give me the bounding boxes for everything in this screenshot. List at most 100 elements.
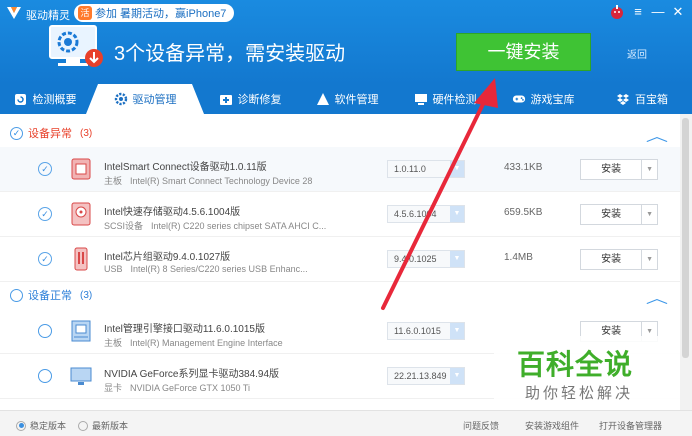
- driver-desc: 主板 Intel(R) Management Engine Interface: [104, 338, 283, 348]
- tab-label: 软件管理: [334, 94, 379, 106]
- driver-desc: USB Intel(R) 8 Series/C220 series USB Enh…: [104, 264, 308, 274]
- radio-icon[interactable]: [78, 420, 88, 431]
- tab-label: 百宝箱: [635, 94, 668, 106]
- tab-label: 硬件检测: [432, 94, 477, 106]
- chevron-down-icon: ▼: [450, 206, 464, 222]
- group-check-icon[interactable]: [10, 288, 23, 302]
- title-header: 驱动精灵 活 参加 暑期活动，赢iPhone7 ≡ — ✕ 3个设备异常，需安装…: [0, 0, 692, 84]
- gear-icon: [114, 92, 128, 106]
- chevron-down-icon: ▼: [450, 368, 464, 384]
- version-select[interactable]: 9.4.0.1025 ▼: [387, 250, 465, 268]
- row-check-icon[interactable]: ✓: [38, 252, 52, 266]
- software-triangle-icon: [316, 92, 330, 106]
- tab-overview[interactable]: 检测概要: [0, 84, 90, 114]
- disk-icon: [71, 202, 91, 226]
- back-link[interactable]: 返回: [627, 46, 647, 61]
- install-game-components-link[interactable]: 安装游戏组件: [525, 419, 579, 432]
- gift-icon[interactable]: [609, 4, 625, 20]
- display-icon: [70, 367, 92, 385]
- chevron-down-icon[interactable]: ▼: [642, 160, 657, 179]
- usb-icon: [74, 247, 88, 271]
- chip-icon: [71, 158, 91, 180]
- chevron-down-icon: ▼: [450, 251, 464, 267]
- row-check-icon[interactable]: ✓: [38, 207, 52, 221]
- collapse-chevron-icon[interactable]: ︿: [646, 288, 668, 308]
- group-header-normal[interactable]: 设备正常 (3) ︿: [0, 281, 680, 309]
- tab-label: 检测概要: [32, 94, 77, 106]
- version-select[interactable]: 4.5.6.1004 ▼: [387, 205, 465, 223]
- driver-name: Intel快速存储驱动4.5.6.1004版: [104, 207, 241, 218]
- scrollbar-thumb[interactable]: [682, 118, 689, 358]
- tab-toolbox[interactable]: 百宝箱: [592, 84, 692, 114]
- menu-button[interactable]: ≡: [630, 4, 646, 20]
- install-split-button[interactable]: 安装 ▼: [580, 249, 658, 270]
- tab-label: 游戏宝库: [530, 94, 575, 106]
- refresh-icon: [14, 92, 28, 106]
- tab-software-management[interactable]: 软件管理: [298, 84, 396, 114]
- driver-row[interactable]: ✓ IntelSmart Connect设备驱动1.0.11版 主板 Intel(…: [0, 147, 680, 192]
- chevron-down-icon: ▼: [450, 161, 464, 177]
- status-title: 3个设备异常，需安装驱动: [114, 43, 346, 65]
- driver-name: Intel芯片组驱动9.4.0.1027版: [104, 252, 231, 263]
- version-select[interactable]: 11.6.0.1015 ▼: [387, 322, 465, 340]
- group-check-icon[interactable]: ✓: [10, 126, 23, 140]
- watermark-subtitle: 助你轻松解决: [525, 385, 634, 402]
- group-label-abnormal: 设备异常: [28, 128, 72, 140]
- driver-desc: 主板 Intel(R) Smart Connect Technology Devi…: [104, 176, 313, 186]
- latest-version-option[interactable]: 最新版本: [78, 419, 128, 432]
- gamepad-icon: [512, 92, 526, 106]
- monitor-icon: [414, 92, 428, 106]
- one-click-install-button[interactable]: 一键安装: [456, 33, 591, 71]
- row-check-icon[interactable]: ✓: [38, 162, 52, 176]
- dropbox-icon: [616, 92, 630, 106]
- motherboard-icon: [71, 320, 91, 342]
- radio-selected-icon[interactable]: [16, 420, 26, 431]
- open-device-manager-link[interactable]: 打开设备管理器: [599, 419, 662, 432]
- row-check-icon[interactable]: [38, 324, 52, 338]
- driver-name: Intel管理引擎接口驱动11.6.0.1015版: [104, 324, 265, 335]
- chevron-down-icon[interactable]: ▼: [642, 250, 657, 269]
- medical-kit-icon: [219, 92, 233, 106]
- close-button[interactable]: ✕: [670, 4, 686, 20]
- driver-size: 1.4MB: [504, 252, 533, 263]
- tab-label: 驱动管理: [132, 94, 177, 106]
- driver-gear-monitor-icon: [49, 25, 103, 67]
- tab-diagnose-repair[interactable]: 诊断修复: [202, 84, 298, 114]
- footer-bar: 稳定版本 最新版本 问题反馈 安装游戏组件 打开设备管理器: [0, 410, 692, 436]
- group-count-normal: (3): [80, 289, 93, 301]
- driver-name: NVIDIA GeForce系列显卡驱动384.94版: [104, 369, 280, 380]
- collapse-chevron-icon[interactable]: ︿: [646, 126, 668, 146]
- tab-driver-management[interactable]: 驱动管理: [86, 84, 204, 114]
- tab-game-library[interactable]: 游戏宝库: [494, 84, 592, 114]
- install-button[interactable]: 安装: [581, 160, 643, 179]
- group-header-abnormal[interactable]: ✓ 设备异常 (3) ︿: [0, 119, 680, 147]
- row-check-icon[interactable]: [38, 369, 52, 383]
- install-split-button[interactable]: 安装 ▼: [580, 159, 658, 180]
- chevron-down-icon: ▼: [450, 323, 464, 339]
- driver-size: 659.5KB: [504, 207, 543, 218]
- main-tabbar: 检测概要 驱动管理 诊断修复 软件管理 硬件检测 游戏宝库 百宝箱: [0, 84, 692, 114]
- driver-row[interactable]: ✓ Intel芯片组驱动9.4.0.1027版 USB Intel(R) 8 Se…: [0, 237, 680, 282]
- latest-version-label: 最新版本: [92, 421, 129, 431]
- watermark-title: 百科全说: [517, 349, 634, 380]
- driver-row[interactable]: ✓ Intel快速存储驱动4.5.6.1004版 SCSI设备 Intel(R) …: [0, 192, 680, 237]
- install-button[interactable]: 安装: [581, 250, 643, 269]
- install-button[interactable]: 安装: [581, 205, 643, 224]
- chevron-down-icon[interactable]: ▼: [642, 205, 657, 224]
- driver-name: IntelSmart Connect设备驱动1.0.11版: [104, 162, 267, 173]
- promo-badge-icon: 活: [78, 6, 92, 20]
- tab-label: 诊断修复: [237, 94, 282, 106]
- group-label-normal: 设备正常: [28, 290, 72, 302]
- stable-version-option[interactable]: 稳定版本: [16, 419, 66, 432]
- driver-desc: SCSI设备 Intel(R) C220 series chipset SATA …: [104, 221, 327, 231]
- feedback-link[interactable]: 问题反馈: [463, 419, 499, 432]
- version-select[interactable]: 1.0.11.0 ▼: [387, 160, 465, 178]
- driver-size: 433.1KB: [504, 162, 543, 173]
- app-logo-icon: [7, 7, 21, 19]
- install-split-button[interactable]: 安装 ▼: [580, 204, 658, 225]
- version-select[interactable]: 22.21.13.849 ▼: [387, 367, 465, 385]
- minimize-button[interactable]: —: [650, 4, 666, 20]
- tab-hardware-detection[interactable]: 硬件检测: [396, 84, 494, 114]
- promo-text: 参加 暑期活动，赢iPhone7: [95, 8, 227, 20]
- stable-version-label: 稳定版本: [30, 421, 67, 431]
